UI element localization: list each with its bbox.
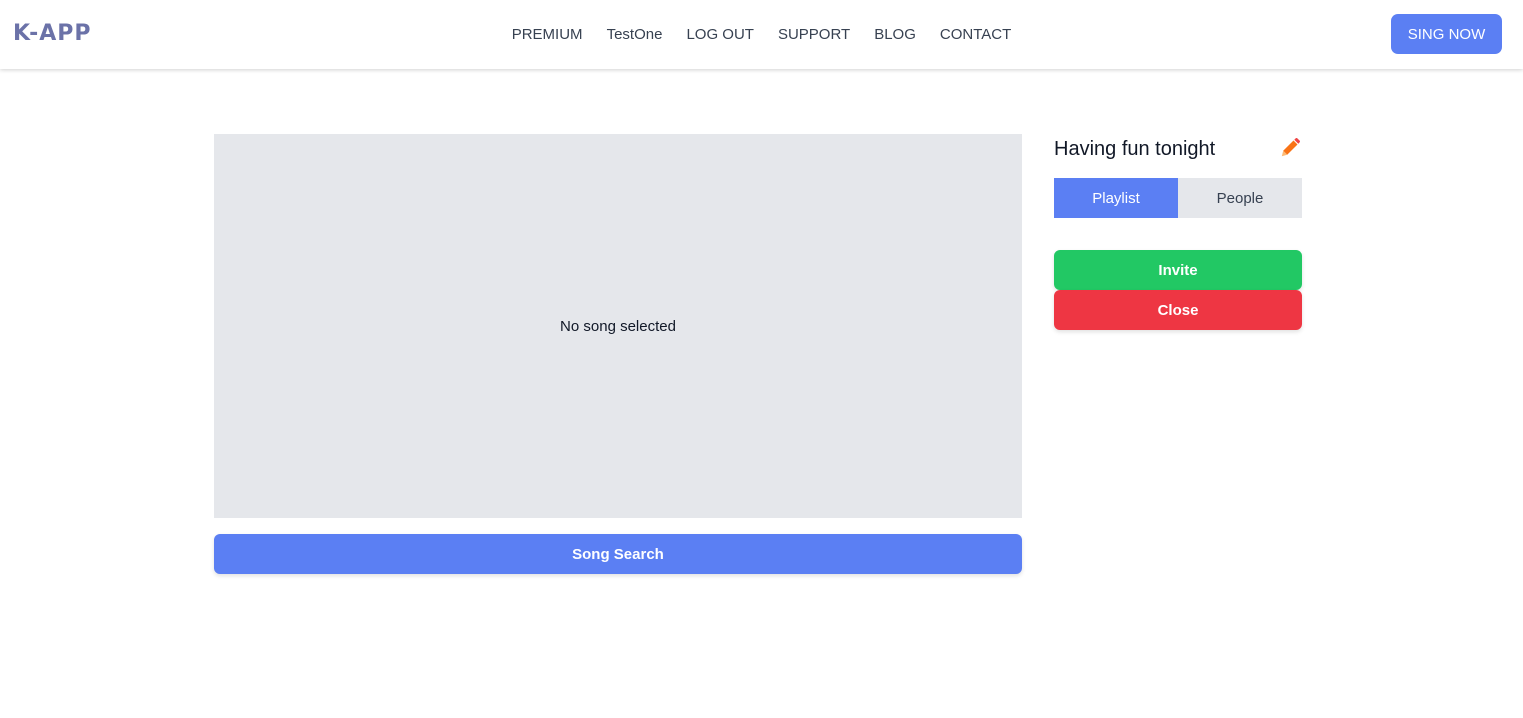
pencil-icon[interactable] xyxy=(1280,138,1300,158)
top-navbar: K-APP PREMIUM TestOne LOG OUT SUPPORT BL… xyxy=(0,0,1523,69)
tab-playlist[interactable]: Playlist xyxy=(1054,178,1178,218)
nav-link-blog[interactable]: BLOG xyxy=(874,26,916,43)
close-room-button[interactable]: Close xyxy=(1054,290,1302,330)
sing-now-button[interactable]: SING NOW xyxy=(1391,14,1502,54)
nav-link-premium[interactable]: PREMIUM xyxy=(512,26,583,43)
app-logo[interactable]: K-APP xyxy=(13,20,92,48)
video-player-area: No song selected xyxy=(214,134,1022,518)
invite-button[interactable]: Invite xyxy=(1054,250,1302,290)
nav-link-support[interactable]: SUPPORT xyxy=(778,26,850,43)
nav-link-contact[interactable]: CONTACT xyxy=(940,26,1011,43)
nav-link-log-out[interactable]: LOG OUT xyxy=(686,26,754,43)
nav-link-user-profile[interactable]: TestOne xyxy=(607,26,663,43)
room-title: Having fun tonight xyxy=(1054,138,1216,160)
main-nav: PREMIUM TestOne LOG OUT SUPPORT BLOG CON… xyxy=(0,0,1523,69)
song-search-button[interactable]: Song Search xyxy=(214,534,1022,574)
room-tabs: Playlist People xyxy=(1054,178,1302,218)
no-song-message: No song selected xyxy=(560,317,676,335)
tab-people[interactable]: People xyxy=(1178,178,1302,218)
